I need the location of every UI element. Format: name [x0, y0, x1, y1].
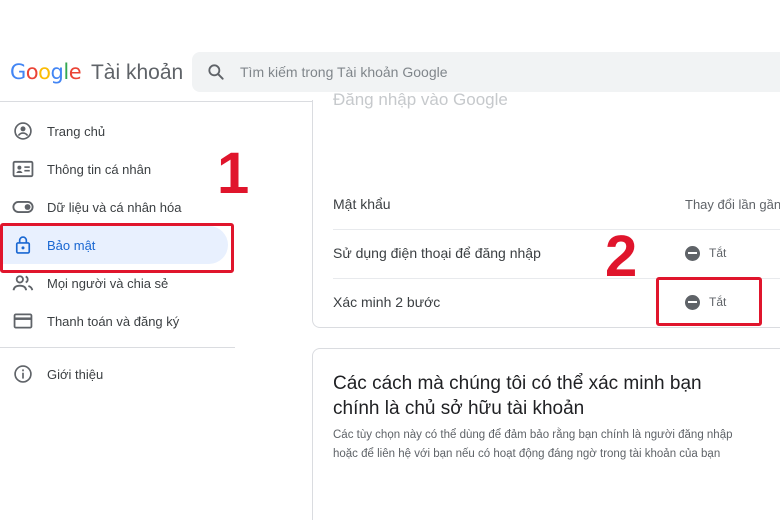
- phone-signin-row[interactable]: Sử dụng điện thoại để đăng nhập Tắt: [313, 229, 780, 277]
- logo-letter: e: [68, 60, 82, 84]
- sidebar-item-data-privacy[interactable]: Dữ liệu và cá nhân hóa: [0, 188, 235, 226]
- search-bar[interactable]: [192, 52, 780, 92]
- sidebar-item-label: Dữ liệu và cá nhân hóa: [47, 199, 182, 215]
- row-label: Xác minh 2 bước: [333, 294, 441, 310]
- sidebar-item-home[interactable]: Trang chủ: [0, 112, 235, 150]
- step-number-2: 2: [605, 224, 638, 289]
- info-icon: [12, 363, 34, 385]
- logo-letter: o: [25, 60, 39, 84]
- password-last-changed: Thay đổi lần gần đây: [685, 196, 780, 212]
- verify-identity-card: Các cách mà chúng tôi có thể xác minh bạ…: [312, 348, 780, 520]
- google-wordmark: Google: [10, 60, 87, 84]
- highlight-two-step-box: [656, 277, 762, 326]
- toggle-icon: [12, 196, 34, 218]
- off-status-icon: [685, 245, 700, 261]
- row-label: Sử dụng điện thoại để đăng nhập: [333, 245, 541, 261]
- sidebar-item-payments[interactable]: Thanh toán và đăng ký: [0, 302, 235, 340]
- logo-letter: o: [38, 60, 51, 84]
- sidebar-item-label: Mọi người và chia sẻ: [47, 275, 169, 291]
- sidebar-item-label: Giới thiệu: [47, 366, 104, 382]
- sidebar-divider: [0, 347, 235, 348]
- row-value: Thay đổi lần gần đây: [685, 197, 780, 212]
- verify-card-description: Các tùy chọn này có thể dùng để đảm bảo …: [333, 429, 733, 460]
- logo-letter: G: [10, 60, 26, 84]
- highlight-security-box: [0, 223, 234, 273]
- logo-letter: g: [50, 60, 64, 84]
- search-icon[interactable]: [206, 62, 226, 82]
- sidebar-item-label: Thông tin cá nhân: [47, 161, 152, 177]
- search-input[interactable]: [240, 52, 780, 92]
- step-number-1: 1: [217, 141, 250, 206]
- credit-card-icon: [12, 310, 34, 332]
- account-circle-icon: [12, 120, 34, 142]
- id-card-icon: [12, 158, 34, 180]
- product-name: Tài khoản: [90, 61, 184, 84]
- signin-card-title: Đăng nhập vào Google: [333, 90, 508, 109]
- row-value: Tắt: [685, 245, 727, 261]
- sidebar-item-personal-info[interactable]: Thông tin cá nhân: [0, 150, 235, 188]
- people-icon: [12, 272, 34, 294]
- row-label: Mật khẩu: [333, 196, 391, 212]
- sidebar-item-label: Thanh toán và đăng ký: [47, 313, 180, 329]
- password-row[interactable]: Mật khẩu Thay đổi lần gần đây: [313, 180, 780, 228]
- sidebar-item-label: Trang chủ: [47, 123, 106, 139]
- status-text: Tắt: [709, 246, 727, 260]
- verify-card-title: Các cách mà chúng tôi có thể xác minh bạ…: [333, 373, 702, 419]
- google-account-logo[interactable]: Google Tài khoản: [10, 60, 183, 85]
- sidebar-item-about[interactable]: Giới thiệu: [0, 355, 235, 393]
